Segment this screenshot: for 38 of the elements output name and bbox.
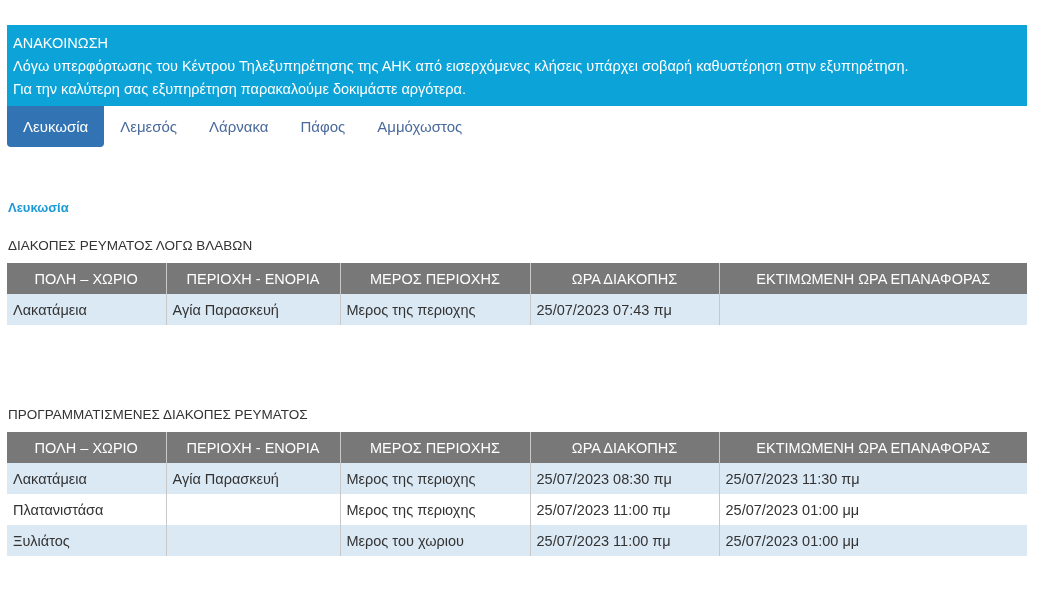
table-cell: 25/07/2023 11:00 πμ [530, 525, 719, 556]
table-cell: 25/07/2023 07:43 πμ [530, 294, 719, 325]
column-header: ΠΟΛΗ – ΧΩΡΙΟ [7, 432, 166, 463]
column-header: ΠΟΛΗ – ΧΩΡΙΟ [7, 263, 166, 294]
table-cell: Μερος της περιοχης [340, 463, 530, 494]
table-cell: Μερος της περιοχης [340, 294, 530, 325]
city-tab[interactable]: Πάφος [284, 106, 362, 147]
table-cell: Αγία Παρασκευή [166, 294, 340, 325]
table-cell: 25/07/2023 11:30 πμ [719, 463, 1027, 494]
column-header: ΩΡΑ ΔΙΑΚΟΠΗΣ [530, 263, 719, 294]
table-cell: Αγία Παρασκευή [166, 463, 340, 494]
city-tab[interactable]: Λάρνακα [193, 106, 285, 147]
table-cell: Ξυλιάτος [7, 525, 166, 556]
table-title: ΔΙΑΚΟΠΕΣ ΡΕΥΜΑΤΟΣ ΛΟΓΩ ΒΛΑΒΩΝ [8, 238, 253, 253]
column-header: ΩΡΑ ΔΙΑΚΟΠΗΣ [530, 432, 719, 463]
section-heading: Λευκωσία [8, 200, 69, 215]
table-cell: 25/07/2023 01:00 μμ [719, 494, 1027, 525]
table-title: ΠΡΟΓΡΑΜΜΑΤΙΣΜΕΝΕΣ ΔΙΑΚΟΠΕΣ ΡΕΥΜΑΤΟΣ [8, 407, 308, 422]
column-header: ΠΕΡΙΟΧΗ - ΕΝΟΡΙΑ [166, 263, 340, 294]
column-header: ΕΚΤΙΜΩΜΕΝΗ ΩΡΑ ΕΠΑΝΑΦΟΡΑΣ [719, 432, 1027, 463]
table-cell: Λακατάμεια [7, 294, 166, 325]
table-cell: Λακατάμεια [7, 463, 166, 494]
table-cell: Μερος της περιοχης [340, 494, 530, 525]
city-tab[interactable]: Λευκωσία [7, 106, 105, 147]
announcement-text: Λόγω υπερφόρτωσης του Κέντρου Τηλεξυπηρέτησης της ΑΗΚ από εισερχόμενες κλήσεις υπάρχει σοβαρή καθυστέρηση στην εξυπηρέτηση. [13, 57, 910, 76]
city-tab[interactable]: Λεμεσός [104, 106, 194, 147]
city-tab[interactable]: Αμμόχωστος [361, 106, 479, 147]
column-header: ΜΕΡΟΣ ΠΕΡΙΟΧΗΣ [340, 263, 530, 294]
announcement-title: ΑΝΑΚΟΙΝΩΣΗ [13, 34, 110, 53]
table-cell: 25/07/2023 11:00 πμ [530, 494, 719, 525]
column-header: ΠΕΡΙΟΧΗ - ΕΝΟΡΙΑ [166, 432, 340, 463]
announcement-text: Για την καλύτερη σας εξυπηρέτηση παρακαλούμε δοκιμάστε αργότερα. [13, 80, 467, 99]
column-header: ΕΚΤΙΜΩΜΕΝΗ ΩΡΑ ΕΠΑΝΑΦΟΡΑΣ [719, 263, 1027, 294]
table-cell: 25/07/2023 01:00 μμ [719, 525, 1027, 556]
table-cell: 25/07/2023 08:30 πμ [530, 463, 719, 494]
table-cell: Πλατανιστάσα [7, 494, 166, 525]
column-header: ΜΕΡΟΣ ΠΕΡΙΟΧΗΣ [340, 432, 530, 463]
table-cell: Μερος του χωριου [340, 525, 530, 556]
